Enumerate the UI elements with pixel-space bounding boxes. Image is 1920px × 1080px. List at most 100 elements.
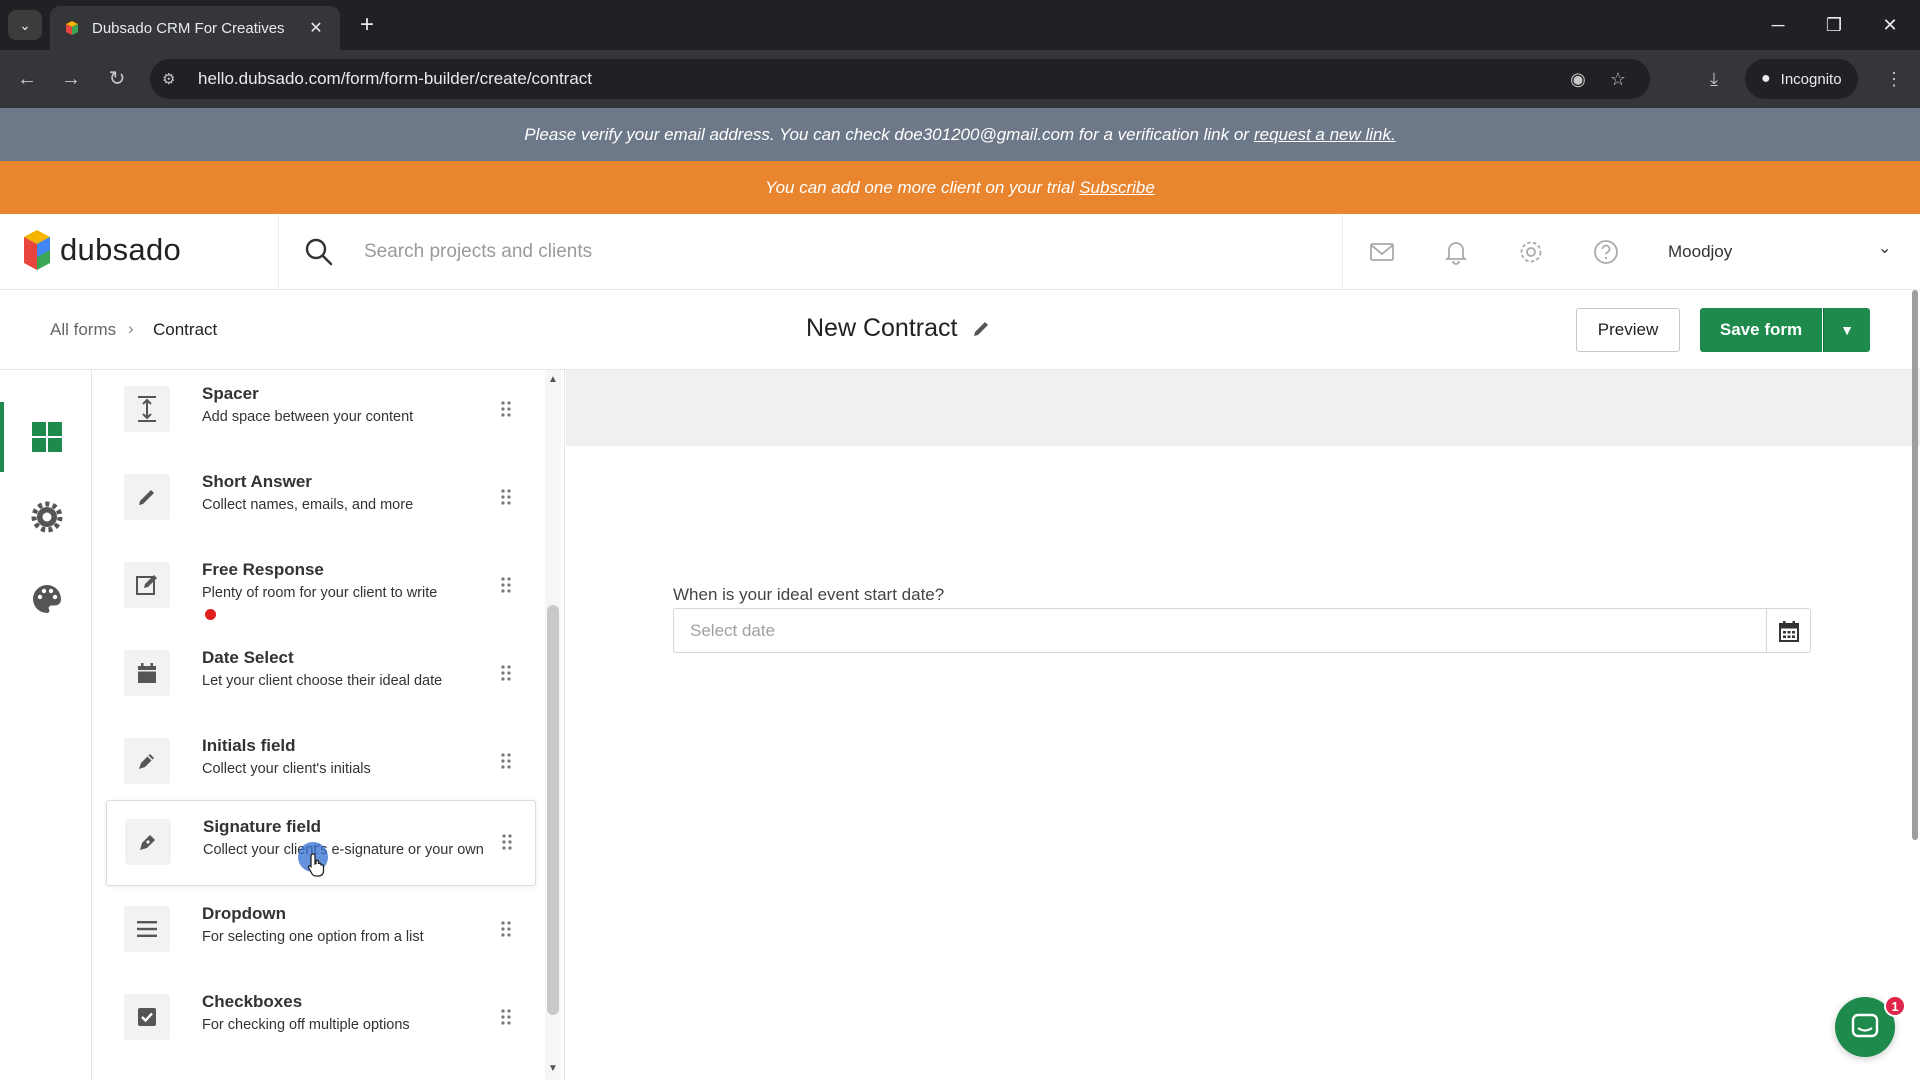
date-field-label: When is your ideal event start date? bbox=[673, 585, 945, 604]
element-title: Checkboxes bbox=[202, 992, 303, 1011]
user-name[interactable]: Moodjoy bbox=[1668, 242, 1732, 262]
element-free-response[interactable]: Free Response Plenty of room for your cl… bbox=[106, 544, 536, 630]
element-description: Let your client choose their ideal date bbox=[202, 673, 443, 689]
minimize-icon[interactable]: ─ bbox=[1758, 10, 1798, 40]
list-icon bbox=[124, 906, 170, 952]
form-title[interactable]: New Contract bbox=[806, 314, 957, 343]
verify-email-banner: Please verify your email address. You ca… bbox=[0, 108, 1920, 161]
browser-tab[interactable]: Dubsado CRM For Creatives ✕ bbox=[50, 6, 340, 50]
canvas-header-strip bbox=[566, 370, 1920, 446]
url-text[interactable]: hello.dubsado.com/form/form-builder/crea… bbox=[198, 69, 1558, 89]
element-title: Signature field bbox=[203, 817, 322, 836]
form-elements-panel: Spacer Add space between your content Sh… bbox=[92, 370, 565, 1080]
browser-tab-bar: ⌄ Dubsado CRM For Creatives ✕ + ─ ❐ ✕ bbox=[0, 0, 1920, 50]
element-title: Initials field bbox=[202, 736, 296, 755]
site-info-icon[interactable]: ⚙ bbox=[162, 70, 188, 88]
panel-scrollbar-thumb[interactable] bbox=[547, 605, 559, 1015]
element-description: For checking off multiple options bbox=[202, 1017, 410, 1033]
user-menu-chevron-icon[interactable]: ⌄ bbox=[1878, 238, 1891, 258]
subscribe-link[interactable]: Subscribe bbox=[1079, 178, 1155, 198]
spacer-icon bbox=[124, 386, 170, 432]
element-description: Collect your client's e-signature or you… bbox=[203, 842, 484, 858]
browser-menu-icon[interactable]: ⋮ bbox=[1878, 64, 1910, 94]
builder-left-rail bbox=[0, 370, 92, 1080]
header-divider-right bbox=[1342, 214, 1343, 290]
element-title: Short Answer bbox=[202, 472, 312, 491]
tab-search-icon[interactable]: ⌄ bbox=[8, 10, 42, 40]
bookmark-star-icon[interactable]: ☆ bbox=[1598, 69, 1638, 90]
edit-box-icon bbox=[124, 562, 170, 608]
elements-grid-icon[interactable] bbox=[30, 420, 64, 454]
bell-icon[interactable] bbox=[1442, 238, 1470, 266]
restore-icon[interactable]: ❐ bbox=[1814, 10, 1854, 40]
incognito-icon: ● bbox=[1761, 70, 1771, 87]
drag-handle-icon[interactable] bbox=[499, 399, 513, 419]
edit-title-pencil-icon[interactable] bbox=[970, 318, 992, 340]
drag-handle-icon[interactable] bbox=[499, 487, 513, 507]
element-description: Collect your client's initials bbox=[202, 761, 371, 777]
browser-toolbar: ← → ↻ ⚙ hello.dubsado.com/form/form-buil… bbox=[0, 50, 1920, 108]
preview-button[interactable]: Preview bbox=[1576, 308, 1680, 352]
theme-palette-icon[interactable] bbox=[30, 582, 64, 616]
element-title: Dropdown bbox=[202, 904, 287, 923]
element-description: Add space between your content bbox=[202, 409, 414, 425]
trial-text: You can add one more client on your tria… bbox=[765, 177, 1075, 197]
element-title: Free Response bbox=[202, 560, 324, 579]
back-icon[interactable]: ← bbox=[12, 64, 42, 94]
hand-cursor-icon bbox=[307, 853, 325, 877]
drag-handle-icon[interactable] bbox=[499, 1007, 513, 1027]
pen-icon bbox=[124, 738, 170, 784]
mail-icon[interactable] bbox=[1368, 238, 1396, 266]
drag-handle-icon[interactable] bbox=[499, 575, 513, 595]
rail-active-indicator bbox=[0, 402, 4, 472]
chat-unread-badge: 1 bbox=[1884, 995, 1906, 1017]
incognito-label: Incognito bbox=[1780, 70, 1842, 88]
element-title: Spacer bbox=[202, 384, 259, 403]
breadcrumb-all-forms[interactable]: All forms bbox=[50, 320, 116, 340]
tab-title: Dubsado CRM For Creatives bbox=[92, 19, 285, 37]
dubsado-logo[interactable]: dubsado bbox=[22, 228, 181, 272]
address-bar[interactable]: ⚙ hello.dubsado.com/form/form-builder/cr… bbox=[150, 59, 1650, 99]
element-spacer[interactable]: Spacer Add space between your content bbox=[106, 370, 536, 454]
signature-pen-icon bbox=[125, 819, 171, 865]
calendar-icon bbox=[1778, 620, 1799, 642]
header-divider bbox=[278, 214, 279, 290]
pencil-icon bbox=[124, 474, 170, 520]
page-scrollbar-thumb[interactable] bbox=[1912, 290, 1918, 840]
search-input[interactable] bbox=[364, 234, 1064, 270]
element-description: Collect names, emails, and more bbox=[202, 497, 414, 513]
scroll-down-arrow-icon[interactable]: ▼ bbox=[547, 1063, 559, 1074]
form-settings-gear-icon[interactable] bbox=[30, 500, 64, 534]
drag-handle-icon[interactable] bbox=[499, 751, 513, 771]
save-form-button[interactable]: Save form bbox=[1700, 308, 1822, 352]
drag-handle-icon[interactable] bbox=[499, 663, 513, 683]
scroll-up-arrow-icon[interactable]: ▲ bbox=[547, 374, 559, 385]
forward-icon[interactable]: → bbox=[56, 64, 86, 94]
trial-banner: You can add one more client on your tria… bbox=[0, 161, 1920, 214]
settings-gear-icon[interactable] bbox=[1517, 238, 1545, 266]
reload-icon[interactable]: ↻ bbox=[102, 64, 132, 94]
date-select-input[interactable] bbox=[673, 608, 1767, 653]
request-new-link[interactable]: request a new link. bbox=[1254, 125, 1396, 145]
element-checkboxes[interactable]: Checkboxes For checking off multiple opt… bbox=[106, 976, 536, 1062]
element-dropdown[interactable]: Dropdown For selecting one option from a… bbox=[106, 888, 536, 974]
help-icon[interactable] bbox=[1592, 238, 1620, 266]
element-initials-field[interactable]: Initials field Collect your client's ini… bbox=[106, 720, 536, 806]
element-short-answer[interactable]: Short Answer Collect names, emails, and … bbox=[106, 456, 536, 542]
element-date-select[interactable]: Date Select Let your client choose their… bbox=[106, 632, 536, 718]
tab-close-icon[interactable]: ✕ bbox=[306, 18, 326, 38]
app-header: dubsado Moodjoy ⌄ bbox=[0, 214, 1920, 290]
incognito-indicator[interactable]: ● Incognito bbox=[1745, 59, 1858, 99]
save-options-caret-icon[interactable]: ▼ bbox=[1823, 308, 1870, 352]
eye-off-icon[interactable]: ◉ bbox=[1558, 69, 1598, 90]
window-close-icon[interactable]: ✕ bbox=[1870, 10, 1910, 40]
new-tab-icon[interactable]: + bbox=[352, 10, 382, 40]
checkbox-icon bbox=[124, 994, 170, 1040]
form-builder-header: All forms › Contract New Contract Previe… bbox=[0, 290, 1920, 370]
download-icon[interactable]: ⤓ bbox=[1698, 64, 1730, 94]
drag-handle-icon[interactable] bbox=[499, 919, 513, 939]
date-picker-button[interactable] bbox=[1766, 608, 1811, 653]
notification-dot bbox=[205, 609, 216, 620]
drag-handle-icon[interactable] bbox=[500, 832, 514, 852]
search-icon[interactable] bbox=[303, 236, 335, 268]
